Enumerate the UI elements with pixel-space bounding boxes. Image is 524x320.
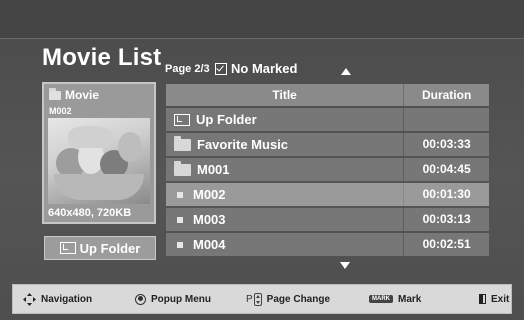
list-header: Title Duration xyxy=(166,84,489,106)
screen: Movie List Page 2/3 No Marked Movie M002… xyxy=(0,0,524,320)
footer-page-change: P Page Change xyxy=(246,285,330,313)
list-item-duration: 00:02:51 xyxy=(403,233,489,256)
list-item-label: M003 xyxy=(193,212,226,227)
mark-key-badge: MARK xyxy=(369,295,393,303)
page-key-prefix: P xyxy=(246,293,253,305)
footer-bar: Navigation Popup Menu P Page Change MARK… xyxy=(12,284,512,314)
list-item-duration: 00:04:45 xyxy=(403,158,489,181)
list-item[interactable]: Up Folder xyxy=(166,108,489,131)
folder-icon xyxy=(174,135,191,151)
marked-status: No Marked xyxy=(215,61,297,76)
file-icon xyxy=(177,216,183,223)
list-item-duration xyxy=(403,108,489,131)
scroll-up-icon[interactable] xyxy=(341,68,351,75)
exit-label: Exit xyxy=(491,293,510,305)
fruit-shape xyxy=(68,126,112,148)
preview-header: Movie xyxy=(49,87,100,102)
list-item-name-cell: M004 xyxy=(166,237,403,252)
list-item-name-cell: M001 xyxy=(166,160,403,177)
navigation-arrows-icon xyxy=(23,292,36,306)
page-key-icon: P xyxy=(246,292,262,306)
list-item-name-cell: Up Folder xyxy=(166,112,403,127)
list-item-name-cell: M002 xyxy=(166,187,403,202)
footer-navigation: Navigation xyxy=(23,285,92,313)
list-item[interactable]: M003 00:03:13 xyxy=(166,208,489,231)
list-item-selected[interactable]: M002 00:01:30 xyxy=(166,183,489,206)
list-item-label: Favorite Music xyxy=(197,137,289,152)
column-title: Title xyxy=(272,88,297,102)
popup-menu-label: Popup Menu xyxy=(151,293,211,305)
list-item[interactable]: M001 00:04:45 xyxy=(166,158,489,181)
checkbox-icon xyxy=(215,62,227,75)
preview-resolution: 640x480, 720KB xyxy=(48,207,132,219)
preview-file-name: M002 xyxy=(49,106,72,116)
list-item-label: M002 xyxy=(193,187,226,202)
mark-label: Mark xyxy=(398,293,422,305)
fruit-shape xyxy=(118,132,142,162)
folder-icon xyxy=(174,160,191,176)
exit-icon xyxy=(479,294,486,304)
list-item-label: M004 xyxy=(193,237,226,252)
up-folder-button-label: Up Folder xyxy=(79,240,141,256)
marked-label: No Marked xyxy=(231,61,298,76)
file-icon xyxy=(177,241,183,248)
list-item-duration: 00:01:30 xyxy=(403,183,489,206)
column-duration: Duration xyxy=(403,84,489,106)
list-item-duration: 00:03:13 xyxy=(403,208,489,231)
list-item-name-cell: M003 xyxy=(166,212,403,227)
footer-mark: MARK Mark xyxy=(369,285,421,313)
list-item[interactable]: M004 00:02:51 xyxy=(166,233,489,256)
page-title: Movie List xyxy=(42,44,162,71)
file-list: Title Duration Up Folder Favorite Music … xyxy=(166,84,489,256)
up-folder-icon xyxy=(174,113,190,126)
scroll-down-icon[interactable] xyxy=(340,262,350,269)
ok-button-icon xyxy=(135,293,146,305)
preview-type-label: Movie xyxy=(65,88,100,102)
list-item-label: Up Folder xyxy=(196,112,257,127)
movie-folder-icon xyxy=(49,87,61,100)
top-bar xyxy=(0,0,524,39)
list-item-label: M001 xyxy=(197,162,230,177)
footer-exit: Exit xyxy=(479,285,509,313)
bowl-shape xyxy=(54,174,144,200)
preview-card: Movie M002 640x480, 720KB xyxy=(42,82,156,224)
footer-popup-menu: Popup Menu xyxy=(135,285,211,313)
list-item-name-cell: Favorite Music xyxy=(166,135,403,152)
navigation-label: Navigation xyxy=(41,293,93,305)
thumbnail-image xyxy=(48,118,150,204)
up-folder-button[interactable]: Up Folder xyxy=(44,236,156,260)
up-folder-icon xyxy=(59,242,76,254)
page-change-label: Page Change xyxy=(266,293,331,305)
list-item-duration: 00:03:33 xyxy=(403,133,489,156)
page-indicator: Page 2/3 xyxy=(165,63,210,75)
file-icon xyxy=(177,191,183,198)
list-item[interactable]: Favorite Music 00:03:33 xyxy=(166,133,489,156)
page-updown-icon xyxy=(253,292,262,306)
